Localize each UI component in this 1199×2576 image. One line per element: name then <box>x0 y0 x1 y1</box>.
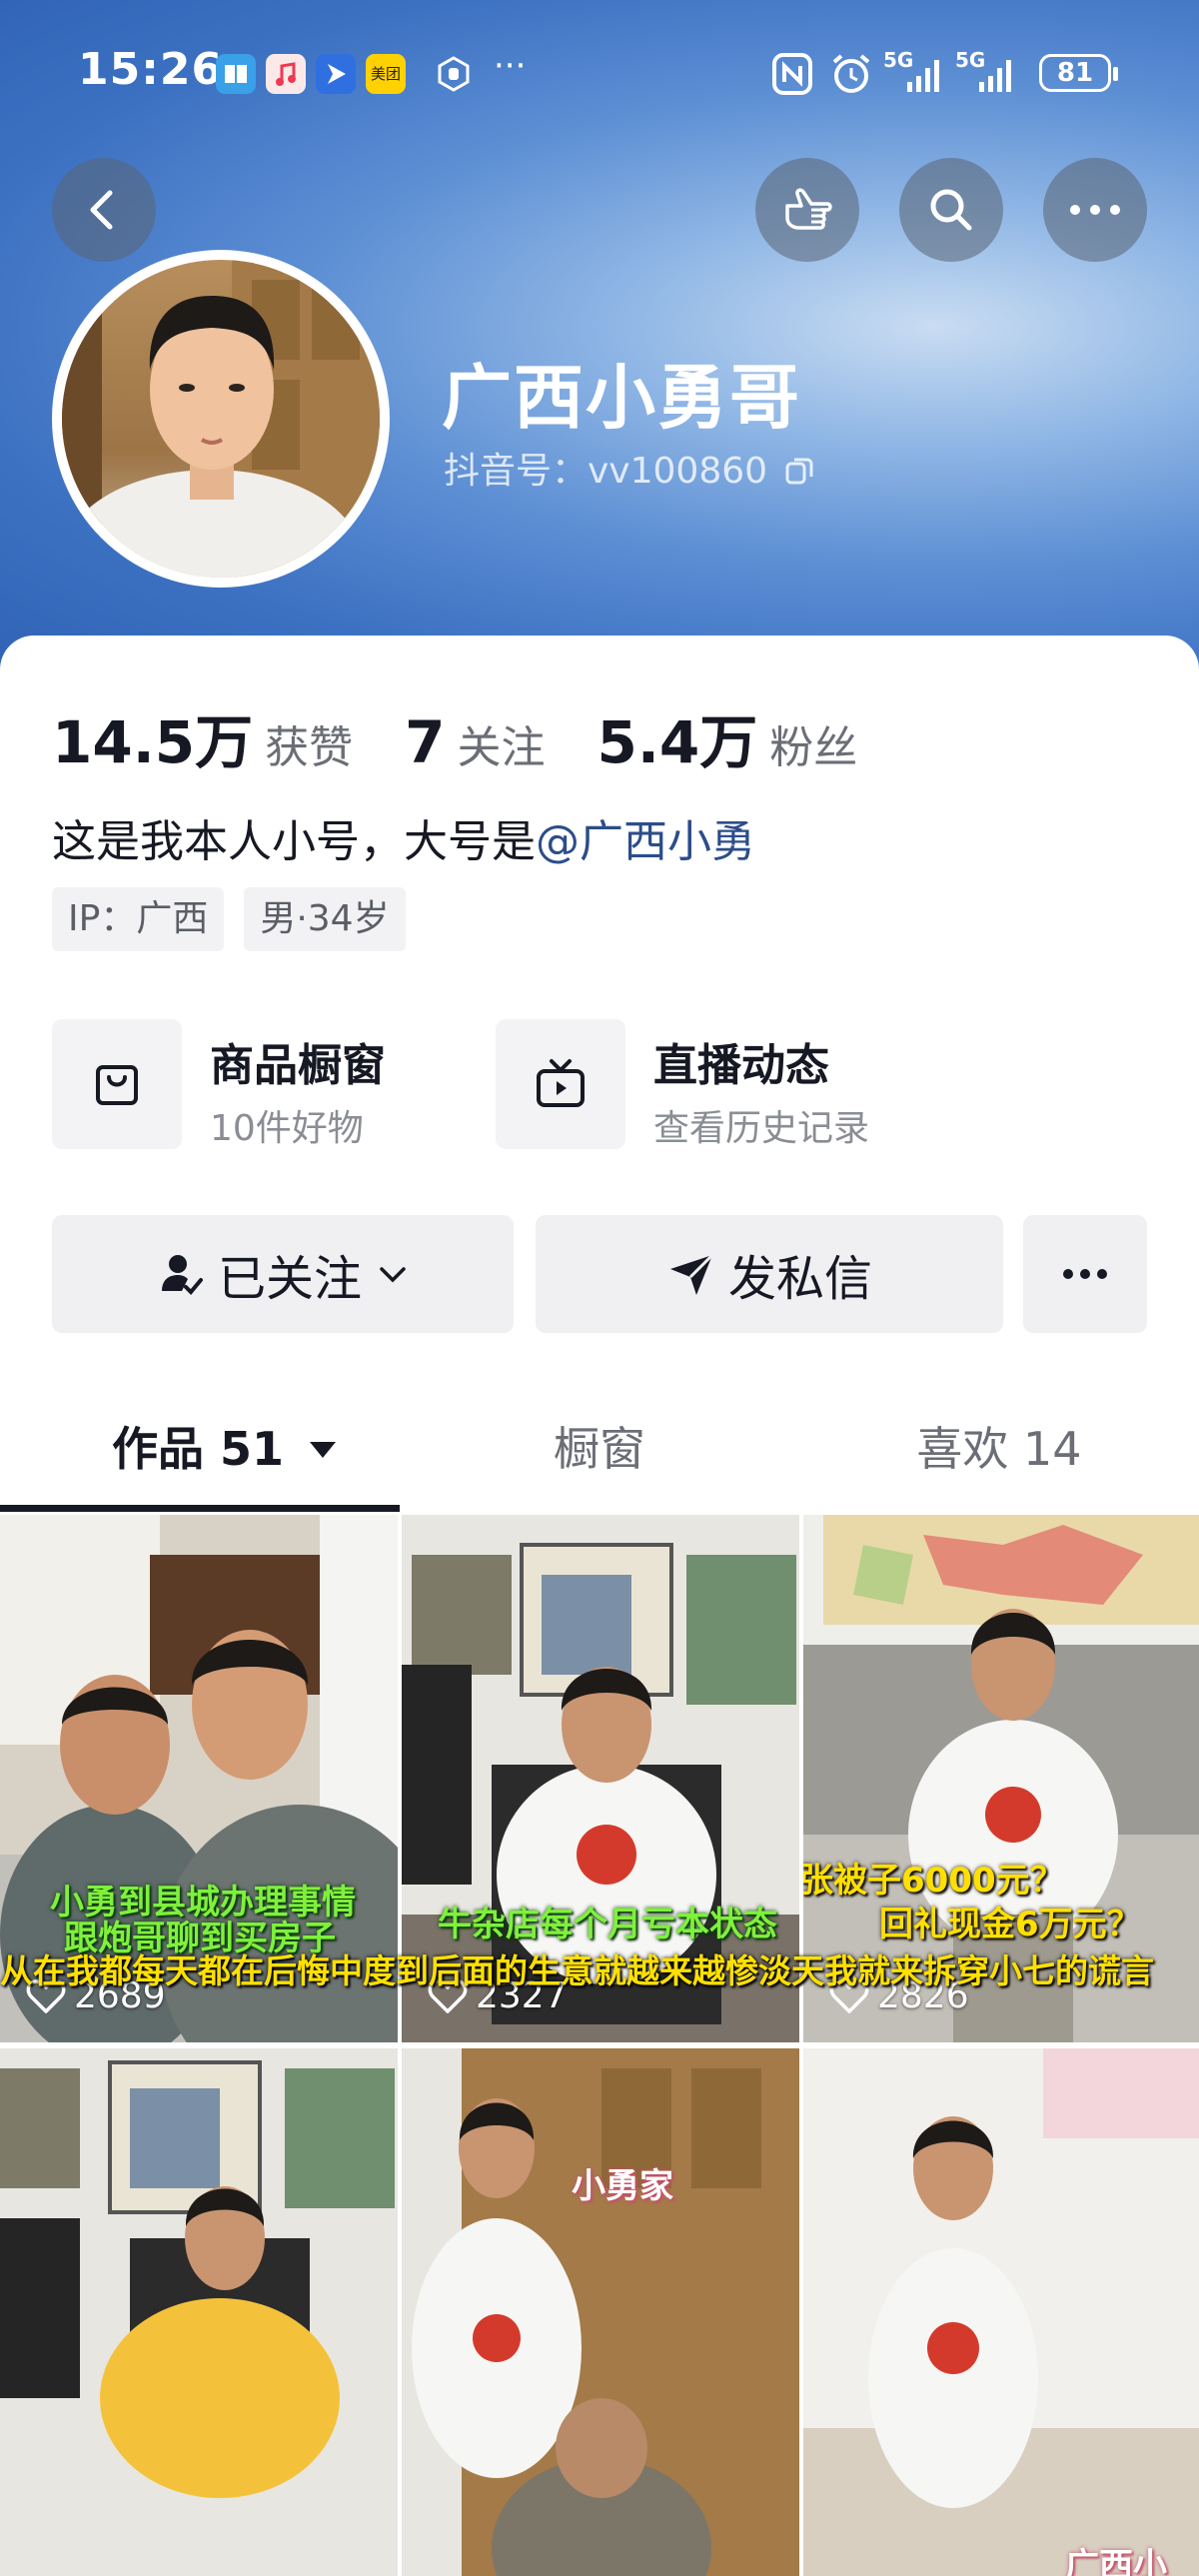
douyin-id-text: 抖音号：vv100860 <box>444 451 768 492</box>
profile-header: 15:26 美团 ··· 5G 5G 81 广西小勇哥 抖音号：vv100860 <box>0 0 1199 679</box>
book-app-icon <box>216 54 256 94</box>
bio: 这是我本人小号，大号是@广西小勇 <box>52 805 755 869</box>
bio-mention-link[interactable]: @广西小勇 <box>536 816 755 867</box>
ip-location-tag: IP：广西 <box>52 887 225 951</box>
hand-app-icon <box>434 54 474 94</box>
copy-icon[interactable] <box>783 455 815 487</box>
navigation-app-icon <box>316 54 356 94</box>
video-caption: 回礼现金6万元？ <box>879 1905 1141 1944</box>
video-caption: 广西小 <box>1065 2546 1167 2576</box>
following-label[interactable]: 关注 <box>457 711 545 775</box>
more-actions-button[interactable] <box>1023 1215 1147 1333</box>
bio-text: 这是我本人小号，大号是 <box>52 816 536 867</box>
battery-indicator: 81 <box>1039 54 1118 92</box>
live-history-entry[interactable]: 直播动态 查看历史记录 <box>496 1019 935 1149</box>
followers-count[interactable]: 5.4万 <box>597 695 757 779</box>
video-tile[interactable]: 广西小 <box>803 2048 1199 2576</box>
chevron-left-icon <box>90 190 113 230</box>
video-grid: 小勇到县城办理事情 跟炮哥聊到买房子 2689 牛杂店每个月亏本状态 2327 <box>0 1515 1199 2576</box>
video-caption: 张被子6000元？ <box>803 1861 1064 1901</box>
more-notifications: ··· <box>494 46 527 86</box>
music-app-icon <box>266 54 306 94</box>
live-history-subtitle: 查看历史记录 <box>653 1108 870 1149</box>
tab-shop-window[interactable]: 橱窗 <box>400 1387 799 1511</box>
video-caption: 小勇家 <box>572 2166 673 2206</box>
profile-tabs: 作品 51 橱窗 喜欢 14 <box>0 1387 1199 1511</box>
recommend-button[interactable] <box>755 158 859 262</box>
video-tile[interactable]: 小勇家 <box>402 2048 799 2576</box>
followed-button[interactable]: 已关注 <box>52 1215 514 1333</box>
more-icon <box>1063 1269 1107 1279</box>
shop-window-title: 商品橱窗 <box>210 1040 386 1091</box>
send-message-label: 发私信 <box>727 1251 872 1307</box>
shopping-bag-icon <box>52 1019 182 1149</box>
followers-label[interactable]: 粉丝 <box>769 711 857 775</box>
douyin-id[interactable]: 抖音号：vv100860 <box>444 442 815 494</box>
more-button[interactable] <box>1043 158 1147 262</box>
gender-age-tag: 男·34岁 <box>244 887 406 951</box>
pointing-hand-icon <box>785 188 832 230</box>
profile-tags: IP：广西 男·34岁 <box>52 887 426 951</box>
tv-icon <box>496 1019 625 1149</box>
scrolling-ticker: 从在我都每天都在后悔中度到后面的生意就越来越惨淡天我就来拆穿小七的谎言 <box>0 1951 1154 1990</box>
video-thumbnail <box>402 2048 799 2576</box>
more-icon <box>1070 205 1120 215</box>
live-history-title: 直播动态 <box>653 1040 829 1091</box>
following-count[interactable]: 7 <box>405 708 445 776</box>
chevron-down-icon <box>380 1267 406 1283</box>
video-thumbnail <box>0 2048 398 2576</box>
meituan-label: 美团 <box>370 65 401 83</box>
video-caption: 牛杂店每个月亏本状态 <box>438 1905 777 1944</box>
meituan-app-icon: 美团 <box>366 54 406 94</box>
active-tab-indicator <box>0 1505 400 1512</box>
avatar-image <box>62 260 380 578</box>
tab-works-label: 作品 51 <box>111 1422 284 1476</box>
avatar[interactable] <box>52 250 390 588</box>
person-check-icon <box>161 1255 203 1295</box>
followed-label: 已关注 <box>217 1251 362 1307</box>
tab-likes[interactable]: 喜欢 14 <box>799 1387 1199 1511</box>
shop-window-subtitle: 10件好物 <box>210 1108 364 1149</box>
status-bar: 15:26 美团 ··· 5G 5G 81 <box>0 0 1199 140</box>
stats-row: 14.5万 获赞 7 关注 5.4万 粉丝 <box>52 695 909 776</box>
likes-label: 获赞 <box>265 722 354 773</box>
search-icon <box>930 189 972 231</box>
profile-name: 广西小勇哥 <box>442 357 801 439</box>
paper-plane-icon <box>669 1253 714 1295</box>
video-tile[interactable] <box>0 2048 398 2576</box>
shop-window-entry[interactable]: 商品橱窗 10件好物 <box>52 1019 452 1149</box>
tab-works[interactable]: 作品 51 <box>0 1387 450 1511</box>
status-time: 15:26 <box>78 44 224 95</box>
video-thumbnail <box>803 2048 1199 2576</box>
back-button[interactable] <box>52 158 156 262</box>
likes-count: 14.5万 <box>52 708 254 776</box>
alarm-icon <box>829 52 873 96</box>
send-message-button[interactable]: 发私信 <box>536 1215 1003 1333</box>
nfc-icon <box>771 52 813 96</box>
caret-down-icon <box>310 1442 337 1458</box>
search-button[interactable] <box>899 158 1003 262</box>
